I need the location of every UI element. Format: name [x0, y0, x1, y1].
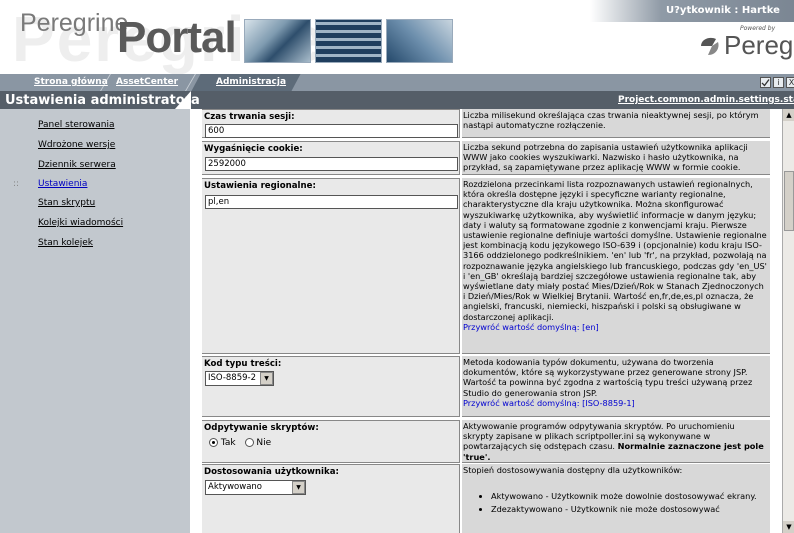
setting-label: Dostosowania użytkownika:: [204, 467, 339, 477]
description-text: Stopień dostosowywania dostępny dla użyt…: [463, 465, 683, 475]
script-polling-radio-group: Tak Nie: [209, 438, 271, 448]
sidebar: Panel sterowania Wdrożone wersje Dzienni…: [0, 109, 190, 533]
radio-no-label: Nie: [256, 438, 272, 448]
info-icon[interactable]: i: [773, 77, 784, 88]
setting-description: Metoda kodowania typów dokumentu, używan…: [462, 356, 770, 417]
header-image-2: [315, 19, 382, 63]
header-image-1: [244, 19, 311, 63]
setting-label: Odpytywanie skryptów:: [204, 423, 319, 433]
setting-description: Rozdzielona przecinkami lista rozpoznawa…: [462, 178, 770, 354]
select-value: ISO-8859-2: [208, 373, 257, 383]
setting-locales: Ustawienia regionalne:: [202, 178, 460, 354]
setting-description: Aktywowanie programów odpytywania skrypt…: [462, 420, 770, 463]
radio-no[interactable]: [244, 438, 254, 447]
tab-assetcenter[interactable]: AssetCenter: [116, 74, 178, 91]
tab-administration[interactable]: Administracja: [216, 74, 286, 91]
description-text: Liczba milisekund określająca czas trwan…: [463, 110, 759, 131]
restore-default-link[interactable]: Przywróć wartość domyślną: [ISO-8859-1]: [463, 398, 767, 408]
list-item: Zdezaktywowano - Użytkownik nie może dos…: [491, 504, 767, 514]
active-item-bullet: ::: [13, 179, 20, 189]
sidebar-item-queue-status[interactable]: Stan kolejek: [38, 238, 93, 248]
setting-user-customization: Dostosowania użytkownika: Aktywowano ▼: [202, 464, 460, 533]
radio-yes[interactable]: [209, 438, 218, 447]
scrollbar-thumb[interactable]: [784, 171, 794, 231]
sidebar-item-script-status[interactable]: Stan skryptu: [38, 198, 95, 208]
list-item: Aktywowano - Użytkownik może dowolnie do…: [491, 491, 767, 501]
setting-label: Wygaśnięcie cookie:: [204, 144, 303, 154]
setting-cookie-expiry: Wygaśnięcie cookie:: [202, 141, 460, 175]
setting-label: Czas trwania sesji:: [204, 112, 295, 122]
description-text: Metoda kodowania typów dokumentu, używan…: [463, 357, 753, 398]
scroll-down-icon[interactable]: ▼: [783, 521, 794, 533]
user-label: U?ytkownik : Hartke: [666, 5, 780, 16]
settings-panel: Czas trwania sesji: Liczba milisekund ok…: [190, 109, 778, 533]
sidebar-item-message-queues[interactable]: Kolejki wiadomości: [38, 218, 123, 228]
settings-start-link[interactable]: Project.common.admin.settings.start: [618, 95, 794, 105]
portal-page: Peregrine Peregrine Portal U?ytkownik : …: [0, 0, 794, 533]
logo-peregrine-text: Peregrine: [20, 9, 129, 37]
logo-portal-text: Portal: [117, 13, 237, 62]
user-customization-select[interactable]: Aktywowano ▼: [205, 480, 306, 495]
setting-description: Liczba milisekund określająca czas trwan…: [462, 109, 770, 138]
customization-options-list: Aktywowano - Użytkownik może dowolnie do…: [491, 491, 767, 514]
peregrine-logo-icon: [701, 37, 719, 55]
close-icon[interactable]: X: [786, 77, 794, 88]
page-title: Ustawienia administratora: [5, 93, 200, 108]
checkmark-icon[interactable]: [760, 77, 771, 88]
brand-name: Peregrine: [724, 30, 794, 60]
radio-yes-label: Tak: [220, 438, 236, 448]
chevron-down-icon[interactable]: ▼: [292, 481, 305, 494]
cookie-expiry-input[interactable]: [205, 157, 458, 171]
content-type-select[interactable]: ISO-8859-2 ▼: [205, 371, 274, 386]
description-text: Rozdzielona przecinkami lista rozpoznawa…: [463, 179, 767, 322]
chevron-down-icon[interactable]: ▼: [260, 372, 273, 385]
sidebar-item-deployed-versions[interactable]: Wdrożone wersje: [38, 140, 115, 150]
setting-label: Kod typu treści:: [204, 359, 282, 369]
header-image-3: [386, 19, 453, 63]
sidebar-item-control-panel[interactable]: Panel sterowania: [38, 120, 115, 130]
setting-session-duration: Czas trwania sesji:: [202, 109, 460, 138]
description-text: Liczba sekund potrzebna do zapisania ust…: [463, 142, 748, 173]
setting-content-type: Kod typu treści: ISO-8859-2 ▼: [202, 356, 460, 417]
setting-script-polling: Odpytywanie skryptów: Tak Nie: [202, 420, 460, 463]
setting-description: Stopień dostosowywania dostępny dla użyt…: [462, 464, 770, 533]
sidebar-item-server-log[interactable]: Dziennik serwera: [38, 160, 116, 170]
locales-input[interactable]: [205, 195, 458, 209]
scroll-up-icon[interactable]: ▲: [783, 109, 794, 121]
vertical-scrollbar[interactable]: ▲ ▼: [782, 109, 794, 533]
sidebar-item-settings[interactable]: Ustawienia: [38, 179, 87, 189]
header: Peregrine Peregrine Portal U?ytkownik : …: [0, 0, 794, 74]
session-duration-input[interactable]: [205, 124, 458, 138]
tab-bar: Strona główna AssetCenter Administracja …: [0, 74, 794, 91]
restore-default-link[interactable]: Przywróć wartość domyślną: [en]: [463, 322, 767, 332]
select-value: Aktywowano: [208, 482, 263, 492]
setting-label: Ustawienia regionalne:: [204, 181, 316, 191]
tab-home[interactable]: Strona główna: [34, 74, 108, 91]
setting-description: Liczba sekund potrzebna do zapisania ust…: [462, 141, 770, 175]
